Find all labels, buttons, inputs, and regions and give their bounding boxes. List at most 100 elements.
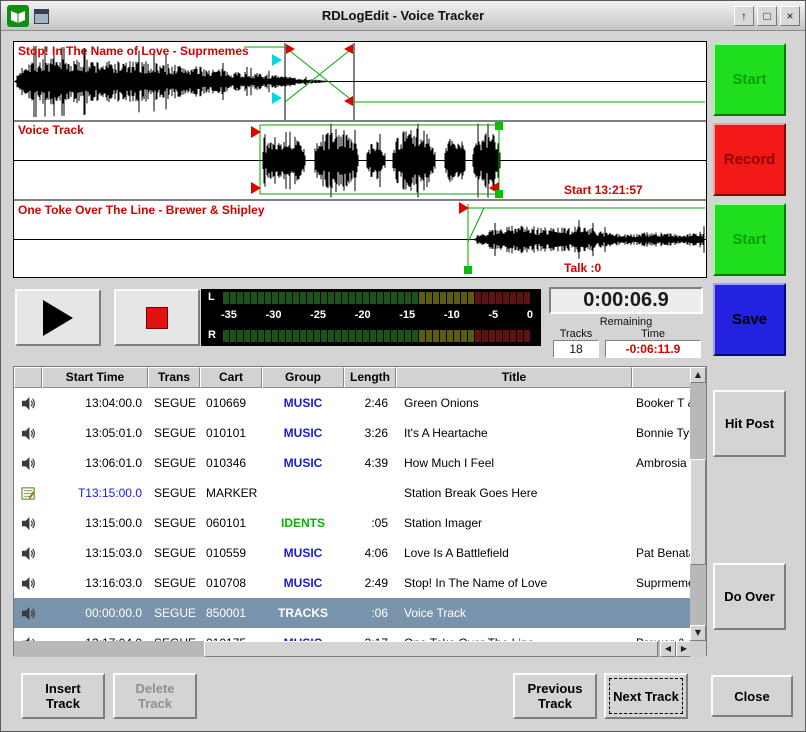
maximize-button[interactable]: □	[757, 6, 777, 26]
led-segment	[496, 330, 502, 342]
cell-start-time: 13:05:01.0	[42, 418, 148, 448]
voice-tracker-window: RDLogEdit - Voice Tracker ↑ □ ×	[0, 0, 806, 732]
scroll-up-button[interactable]: ▲	[690, 367, 706, 383]
led-segment	[517, 292, 523, 304]
log-row[interactable]: 13:17:04.0SEGUE010175MUSIC3:17One Toke O…	[14, 628, 692, 641]
waveform-markers	[14, 42, 706, 277]
region-handle-icon[interactable]	[495, 190, 503, 198]
led-segment	[328, 292, 334, 304]
cell-length: 4:06	[344, 538, 396, 568]
vertical-scroll-thumb[interactable]	[690, 459, 706, 565]
log-row[interactable]: 13:05:01.0SEGUE010101MUSIC3:26It's A Hea…	[14, 418, 692, 448]
cell-title: Station Break Goes Here	[396, 478, 632, 508]
region-handle-icon[interactable]	[464, 266, 472, 274]
region-handle-icon[interactable]	[495, 122, 503, 130]
vertical-scrollbar[interactable]: ▲ ▼	[690, 367, 706, 641]
cell-cart: 060101	[200, 508, 262, 538]
cell-title: One Toke Over The Line	[396, 628, 632, 641]
cell-length	[344, 478, 396, 508]
led-segment	[454, 292, 460, 304]
led-segment	[314, 330, 320, 342]
insert-track-button[interactable]: Insert Track	[21, 673, 105, 719]
record-button[interactable]: Record	[713, 123, 786, 196]
track-region-box[interactable]	[260, 125, 499, 194]
cell-artist: Bonnie Tyle	[632, 418, 692, 448]
led-segment	[363, 330, 369, 342]
speaker-icon	[14, 388, 42, 418]
column-header-length: Length	[344, 367, 396, 388]
log-row[interactable]: 13:16:03.0SEGUE010708MUSIC2:49Stop! In T…	[14, 568, 692, 598]
next-track-button[interactable]: Next Track	[604, 673, 688, 719]
speaker-icon	[14, 538, 42, 568]
led-segment	[391, 330, 397, 342]
start-track3-button[interactable]: Start	[713, 203, 786, 276]
stop-button[interactable]	[114, 289, 200, 346]
stop-icon	[146, 307, 168, 329]
log-row[interactable]: 13:04:00.0SEGUE010669MUSIC2:46Green Onio…	[14, 388, 692, 418]
meter-scale-label: -30	[266, 309, 282, 321]
track3-label: One Toke Over The Line - Brewer & Shiple…	[18, 203, 265, 217]
led-segment	[384, 292, 390, 304]
track3-talk-annotation: Talk :0	[564, 261, 601, 275]
cell-cart: 010559	[200, 538, 262, 568]
track1-markers[interactable]	[244, 43, 705, 120]
cell-start-time: 13:04:00.0	[42, 388, 148, 418]
led-segment	[342, 330, 348, 342]
cell-cart: 010669	[200, 388, 262, 418]
track2-markers[interactable]	[251, 122, 503, 198]
log-row[interactable]: 13:15:00.0SEGUE060101IDENTS:05Station Im…	[14, 508, 692, 538]
cell-artist: Booker T &	[632, 388, 692, 418]
led-segment	[524, 292, 530, 304]
segue-marker-icon[interactable]	[272, 54, 282, 66]
cell-trans: SEGUE	[148, 598, 200, 628]
led-segment	[230, 330, 236, 342]
cell-cart: MARKER	[200, 478, 262, 508]
column-header-trans: Trans	[148, 367, 200, 388]
led-segment	[384, 330, 390, 342]
cell-trans: SEGUE	[148, 538, 200, 568]
led-segment	[272, 330, 278, 342]
edit-marker-icon[interactable]	[344, 44, 353, 54]
led-segment	[279, 292, 285, 304]
start-track1-button[interactable]: Start	[713, 43, 786, 116]
cell-artist	[632, 478, 692, 508]
close-window-button[interactable]: ×	[780, 6, 800, 26]
cell-start-time: 13:15:03.0	[42, 538, 148, 568]
cell-title: Station Imager	[396, 508, 632, 538]
scroll-left-button[interactable]: ◀	[660, 641, 676, 657]
led-segment	[244, 330, 250, 342]
led-segment	[461, 292, 467, 304]
shade-button[interactable]: ↑	[734, 6, 754, 26]
cell-title: Green Onions	[396, 388, 632, 418]
led-segment	[398, 330, 404, 342]
log-row[interactable]: 00:00:00.0SEGUE850001TRACKS:06Voice Trac…	[14, 598, 692, 628]
cell-start-time: 00:00:00.0	[42, 598, 148, 628]
scroll-down-button[interactable]: ▼	[690, 625, 706, 641]
log-row[interactable]: 13:15:03.0SEGUE010559MUSIC4:06Love Is A …	[14, 538, 692, 568]
log-row[interactable]: T13:15:00.0SEGUEMARKERStation Break Goes…	[14, 478, 692, 508]
fade-envelope[interactable]	[244, 47, 705, 102]
cell-trans: SEGUE	[148, 448, 200, 478]
led-segment	[468, 330, 474, 342]
cell-title: It's A Heartache	[396, 418, 632, 448]
play-button[interactable]	[15, 289, 101, 346]
close-button[interactable]: Close	[711, 675, 793, 717]
hit-post-button[interactable]: Hit Post	[713, 390, 786, 457]
do-over-button[interactable]: Do Over	[713, 563, 786, 630]
log-row[interactable]: 13:06:01.0SEGUE010346MUSIC4:39How Much I…	[14, 448, 692, 478]
horizontal-scrollbar[interactable]: ◀ ▶	[14, 641, 692, 657]
meter-scale-label: -20	[355, 309, 371, 321]
save-button[interactable]: Save	[713, 283, 786, 356]
cell-title: How Much I Feel	[396, 448, 632, 478]
led-segment	[314, 292, 320, 304]
segue-marker-icon[interactable]	[272, 92, 282, 104]
horizontal-scroll-thumb[interactable]	[204, 641, 658, 657]
cell-group: IDENTS	[262, 508, 344, 538]
edit-marker-icon[interactable]	[286, 44, 295, 54]
titlebar[interactable]: RDLogEdit - Voice Tracker ↑ □ ×	[1, 1, 805, 31]
led-segment	[440, 292, 446, 304]
fade-in-ramp[interactable]	[468, 208, 484, 242]
waveform-panel[interactable]: Stop! In The Name of Love - Suprmemes Vo…	[13, 41, 707, 278]
led-segment	[489, 292, 495, 304]
previous-track-button[interactable]: Previous Track	[513, 673, 597, 719]
